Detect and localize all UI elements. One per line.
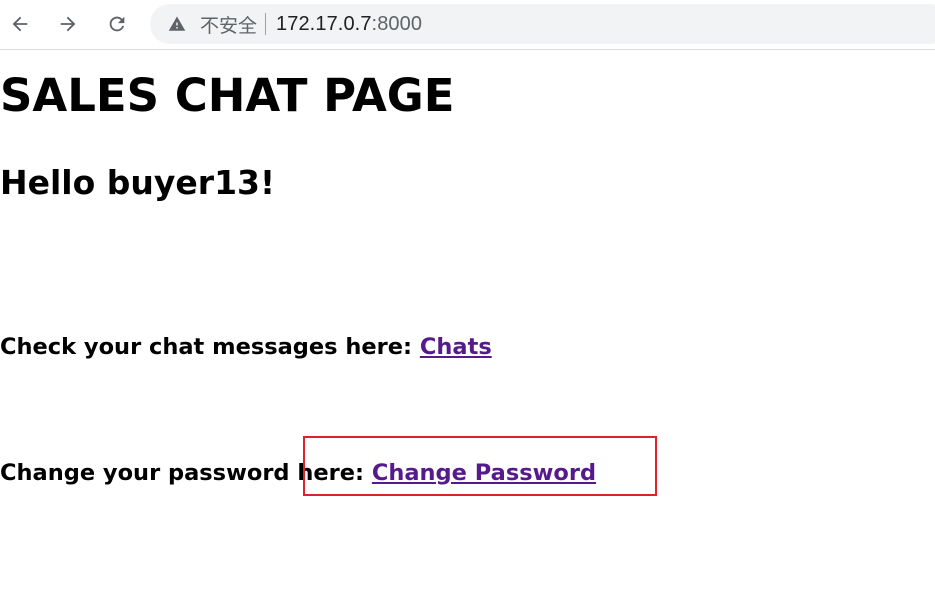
url-host: 172.17.0.7 xyxy=(276,12,372,35)
url-text[interactable]: 172.17.0.7:8000 xyxy=(276,13,422,36)
change-password-link[interactable]: Change Password xyxy=(372,460,596,486)
security-label[interactable]: 不安全 xyxy=(200,11,257,38)
forward-button[interactable] xyxy=(52,8,84,40)
back-arrow-icon xyxy=(12,16,28,32)
back-button[interactable] xyxy=(4,8,36,40)
password-line: Change your password here: Change Passwo… xyxy=(0,459,596,487)
chats-link[interactable]: Chats xyxy=(420,334,492,360)
reload-icon xyxy=(109,16,125,32)
forward-arrow-icon xyxy=(60,16,76,32)
warning-icon[interactable] xyxy=(168,15,186,33)
reload-button[interactable] xyxy=(101,8,133,40)
address-bar[interactable]: 不安全 172.17.0.7:8000 xyxy=(150,4,935,44)
omnibox-divider xyxy=(265,13,267,35)
greeting-heading: Hello buyer13! xyxy=(0,163,276,202)
chats-prompt: Check your chat messages here: xyxy=(0,334,420,360)
page-title: SALES CHAT PAGE xyxy=(0,69,455,122)
url-port: :8000 xyxy=(371,12,423,35)
password-prompt: Change your password here: xyxy=(0,460,372,486)
browser-toolbar: 不安全 172.17.0.7:8000 xyxy=(0,0,935,50)
chats-line: Check your chat messages here: Chats xyxy=(0,333,492,361)
